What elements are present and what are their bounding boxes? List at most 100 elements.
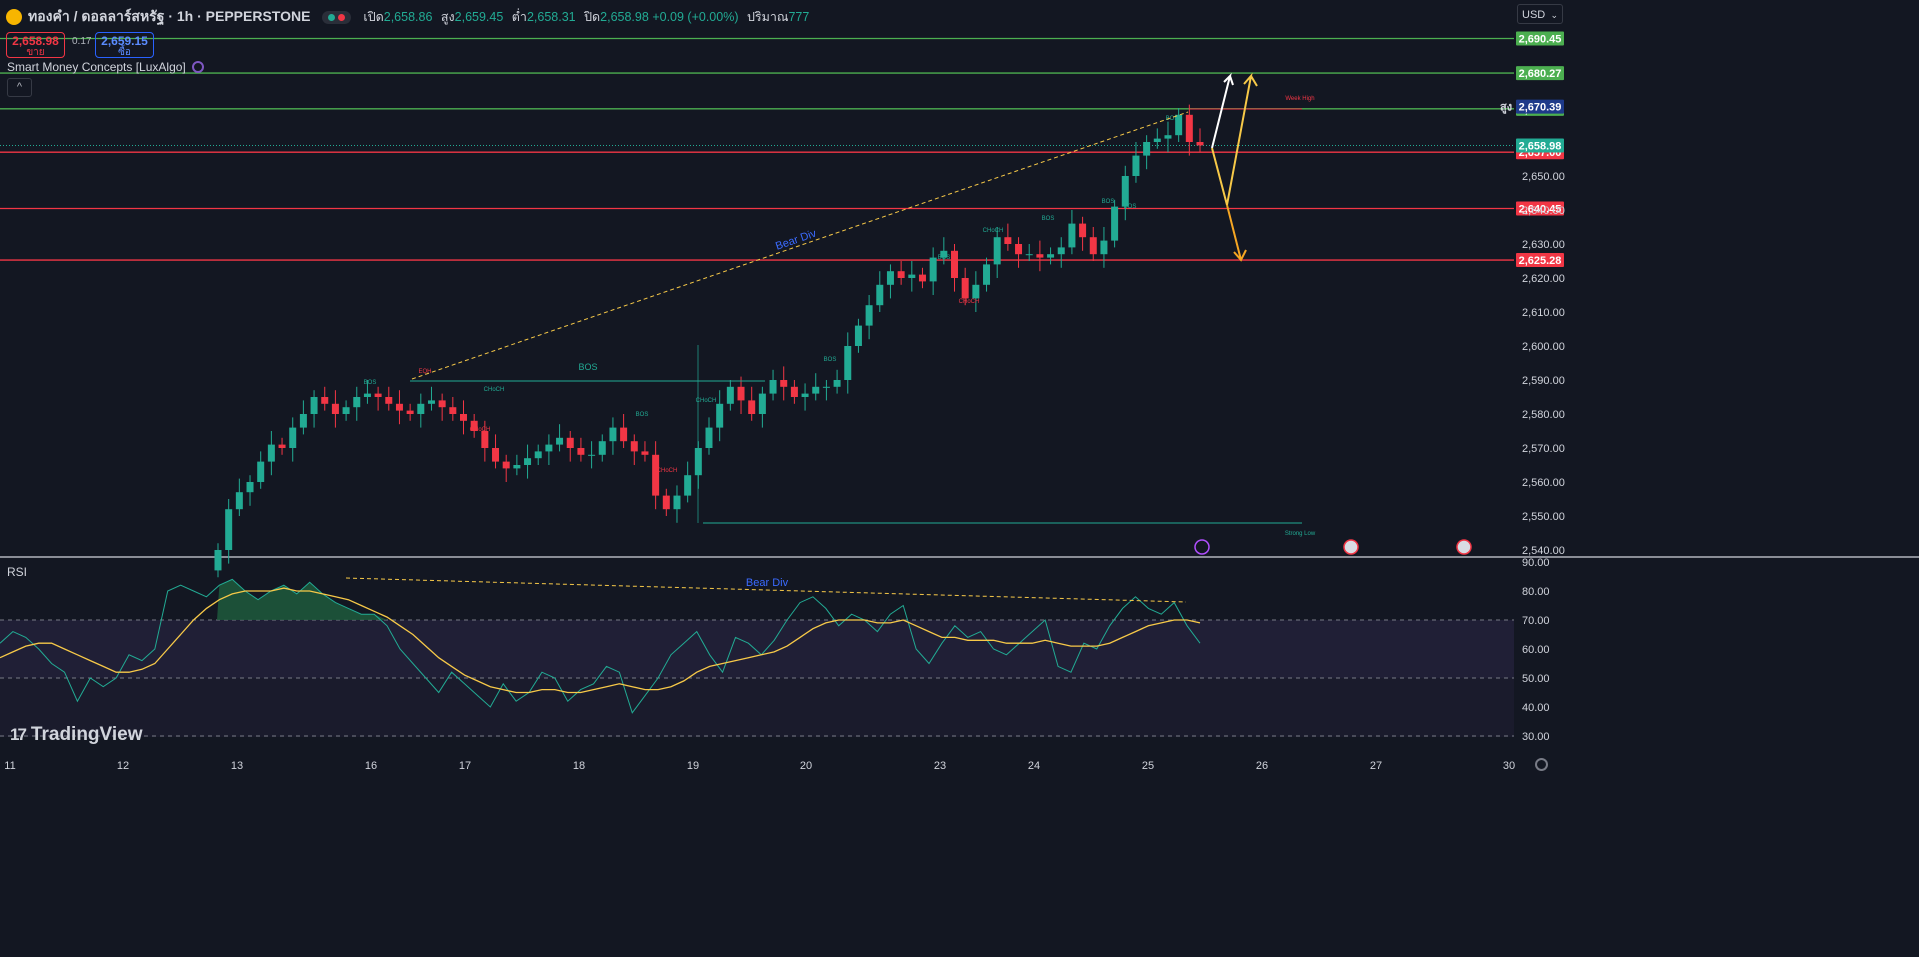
time-axis-tick: 16 [365, 760, 377, 772]
smc-label: CHoCH [657, 468, 678, 474]
smc-label: BOS [578, 362, 597, 372]
time-axis-tick: 26 [1256, 760, 1268, 772]
candle-body [993, 237, 1001, 265]
smc-label: BOS [1102, 199, 1115, 205]
candle-body [257, 461, 265, 482]
candle-body [225, 509, 233, 550]
gear-icon[interactable] [1535, 758, 1548, 771]
close-label: ปิด [584, 10, 601, 24]
candle-body [481, 431, 489, 448]
candle-body [438, 400, 446, 408]
week-high-label: Week High [1285, 96, 1314, 102]
sell-button[interactable]: 2,658.98 ขาย [6, 32, 65, 58]
time-axis-tick: 11 [4, 760, 15, 772]
high-label: สูง [440, 10, 455, 24]
price-axis-tick: 2,550.00 [1522, 511, 1565, 523]
strong-low-label: Strong Low [1285, 531, 1316, 537]
rsi-axis-tick: 50.00 [1522, 673, 1550, 685]
candle-body [1164, 135, 1172, 139]
session-high-tag-text: สูง [1500, 102, 1512, 115]
candle-body [246, 482, 254, 493]
candle-body [1132, 155, 1140, 176]
candle-body [588, 454, 596, 456]
tradingview-logo[interactable]: 17 TradingView [10, 724, 143, 746]
time-axis-tick: 19 [687, 760, 699, 772]
candle-body [353, 397, 361, 408]
candle-body [363, 393, 371, 397]
indicator-legend[interactable]: Smart Money Concepts [LuxAlgo] [7, 60, 204, 74]
candle-body [502, 461, 510, 469]
candle-body [524, 458, 532, 465]
candle-body [1079, 223, 1087, 238]
level-price-label: 2,680.27 [1519, 68, 1562, 80]
candle-body [566, 437, 574, 448]
symbol-title[interactable]: ทองคำ / ดอลลาร์สหรัฐ · 1h · PEPPERSTONE [28, 6, 310, 28]
time-axis-tick: 12 [117, 760, 129, 772]
price-chart[interactable]: 2,690.452,680.272,669.762,657.002,640.45… [0, 0, 1919, 957]
candle-body [983, 264, 991, 285]
candle-body [790, 386, 798, 397]
smc-label: CHoCH [470, 427, 491, 433]
candle-body [278, 444, 286, 448]
time-axis-tick: 18 [573, 760, 585, 772]
price-axis-tick: 2,540.00 [1522, 545, 1565, 557]
price-axis-tick: 2,640.00 [1522, 205, 1565, 217]
candle-body [1068, 223, 1076, 248]
volume-value: 777 [788, 10, 810, 24]
rsi-band-fill [0, 620, 1514, 678]
sell-label: ขาย [26, 47, 45, 58]
candle-body [1089, 237, 1097, 255]
rsi-axis-tick: 90.00 [1522, 557, 1550, 569]
us-flag-event-icon [1343, 539, 1359, 555]
candle-body [1143, 142, 1151, 156]
candle-body [310, 397, 318, 414]
tradingview-logo-icon: 17 [10, 725, 27, 744]
candle-body [716, 403, 724, 428]
candle-body [577, 448, 585, 455]
buy-button[interactable]: 2,659.15 ซื้อ [95, 32, 154, 58]
smc-label: BOS [1042, 216, 1055, 222]
collapse-legend-button[interactable]: ^ [7, 78, 32, 97]
projection-arrow-up-yellow [1211, 72, 1258, 206]
low-value: 2,658.31 [526, 10, 576, 24]
time-axis-tick: 30 [1503, 760, 1515, 772]
candle-body [844, 346, 852, 380]
smc-label: CHoCH [983, 228, 1004, 234]
chart-header: ทองคำ / ดอลลาร์สหรัฐ · 1h · PEPPERSTONE … [6, 6, 809, 28]
price-axis-tick: 2,650.00 [1522, 171, 1565, 183]
candle-body [801, 393, 809, 397]
candle-body [1025, 254, 1033, 256]
candle-body [545, 444, 553, 452]
indicator-settings-icon[interactable] [191, 61, 204, 73]
candle-body [908, 274, 916, 278]
market-status-icon[interactable] [322, 10, 352, 24]
candle-body [534, 451, 542, 459]
candle-body [417, 403, 425, 414]
candle-body [726, 386, 734, 404]
chevron-up-icon: ^ [16, 81, 23, 93]
candle-body [321, 397, 329, 404]
candle-body [620, 427, 628, 442]
candle-body [918, 274, 926, 282]
rsi-axis-tick: 40.00 [1522, 702, 1550, 714]
change-value: +0.09 (+0.00%) [652, 10, 739, 24]
smc-label: BOS [636, 412, 649, 418]
candle-body [598, 441, 606, 455]
candle-body [662, 495, 670, 510]
candle-body [385, 397, 393, 404]
candle-body [1047, 254, 1055, 258]
currency-select[interactable]: USD ⌄ [1517, 4, 1563, 24]
candle-body [972, 284, 980, 299]
candle-body [395, 403, 403, 411]
logo-text: TradingView [30, 724, 143, 745]
us-flag-event-icon [1456, 539, 1472, 555]
low-label: ต่ำ [511, 10, 527, 24]
candle-body [684, 475, 692, 496]
bear-div-label: Bear Div [774, 227, 818, 252]
rsi-title[interactable]: RSI [7, 565, 27, 579]
candle-body [865, 305, 873, 326]
candle-body [1185, 114, 1193, 142]
candle-body [492, 448, 500, 462]
candle-body [1121, 176, 1129, 207]
candle-body [513, 465, 521, 469]
